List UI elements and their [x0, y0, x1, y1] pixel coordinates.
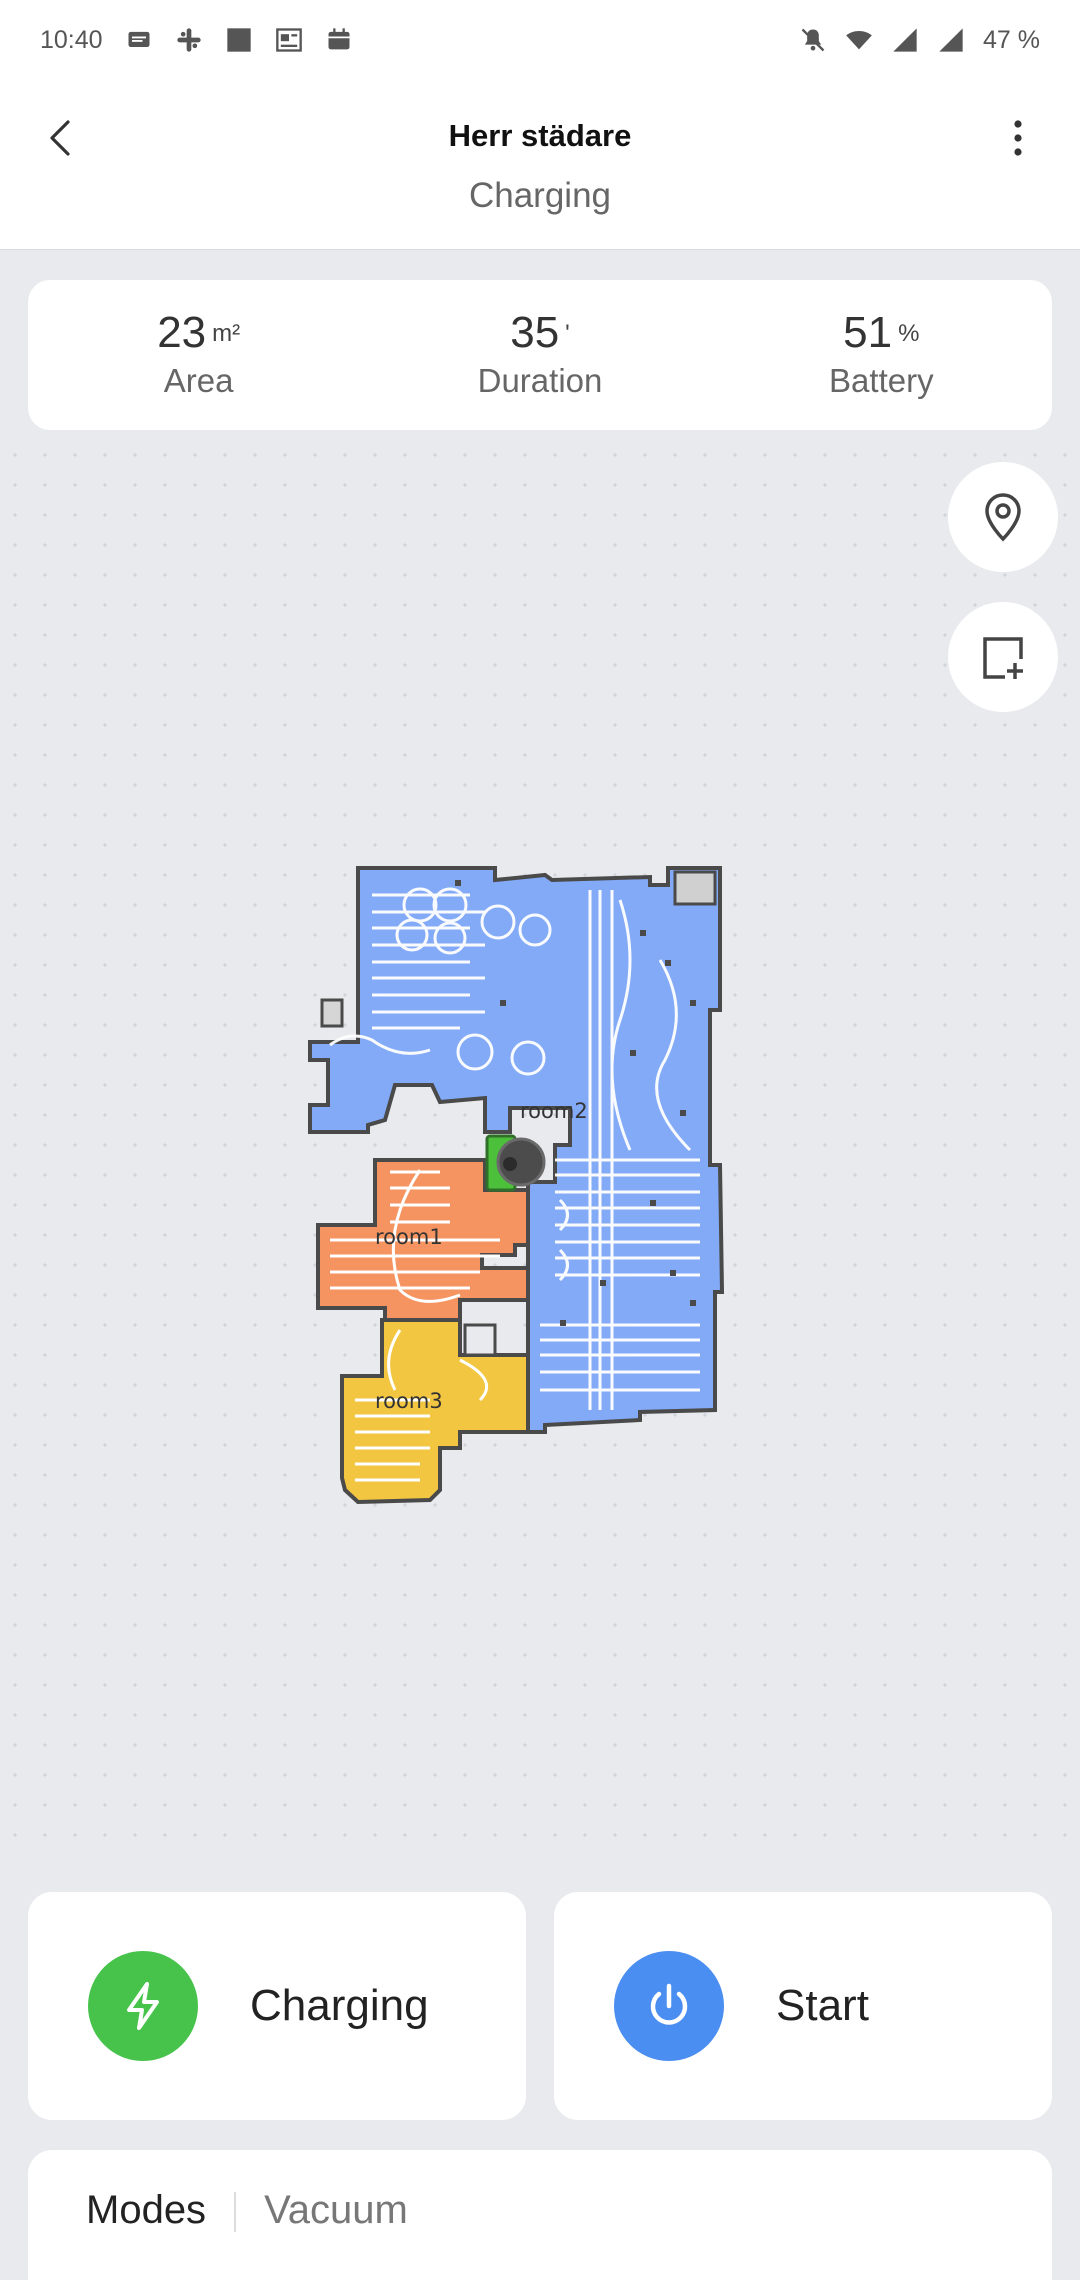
mute-icon [801, 28, 825, 52]
wifi-icon [846, 30, 872, 50]
charge-icon-circle [88, 1951, 198, 2061]
duration-value: 35 [510, 308, 560, 357]
battery-label: Battery [829, 362, 934, 399]
lightning-icon [127, 1982, 159, 2030]
more-button[interactable] [994, 114, 1042, 162]
signal-icon [939, 28, 963, 52]
robot-vacuum-icon[interactable] [496, 1137, 546, 1187]
duration-label: Duration [477, 362, 603, 399]
modes-card[interactable]: Modes Vacuum [28, 2150, 1052, 2280]
area-label: Area [163, 362, 234, 399]
start-icon-circle [614, 1951, 724, 2061]
page-title: Herr städare [448, 118, 632, 153]
start-button[interactable]: Start [554, 1892, 1052, 2120]
power-icon [650, 1983, 688, 2025]
modes-label: Modes [86, 2188, 207, 2232]
area-unit: m² [212, 319, 241, 347]
status-time: 10:40 [40, 25, 103, 54]
stat-battery: 51% Battery [711, 280, 1052, 430]
signal-icon [893, 28, 917, 52]
more-vertical-icon [1014, 120, 1022, 156]
stat-area: 23 m² Area [28, 280, 369, 430]
slack-icon [176, 28, 201, 52]
start-label: Start [776, 1981, 869, 2030]
charge-button[interactable]: Charging [28, 1892, 526, 2120]
app-header: Herr städare Charging [0, 80, 1080, 250]
floor-map[interactable]: room1 room2 room3 [0, 440, 1080, 1860]
charge-label: Charging [250, 1981, 429, 2030]
room1-label: room1 [375, 1225, 443, 1249]
app-icon [226, 28, 251, 52]
battery-value: 51 [843, 308, 893, 357]
area-value: 23 [157, 308, 207, 357]
duration-unit: ' [565, 319, 570, 347]
modes-divider [234, 2192, 237, 2232]
map-canvas[interactable]: room1 room2 room3 [0, 440, 1080, 1860]
status-bar: 10:40 47 % [0, 0, 1080, 80]
calendar-icon [328, 28, 350, 50]
battery-percent: 47 % [983, 25, 1040, 54]
battery-unit: % [898, 319, 920, 347]
room2-label: room2 [520, 1099, 588, 1123]
page-subtitle: Charging [468, 176, 612, 215]
stat-duration: 35 ' Duration [369, 280, 710, 430]
modes-value: Vacuum [264, 2188, 408, 2232]
room3-label: room3 [375, 1389, 443, 1413]
news-icon [275, 28, 302, 52]
message-icon [128, 31, 150, 47]
stats-card: 23 m² Area 35 ' Duration 51% Battery [28, 280, 1052, 430]
